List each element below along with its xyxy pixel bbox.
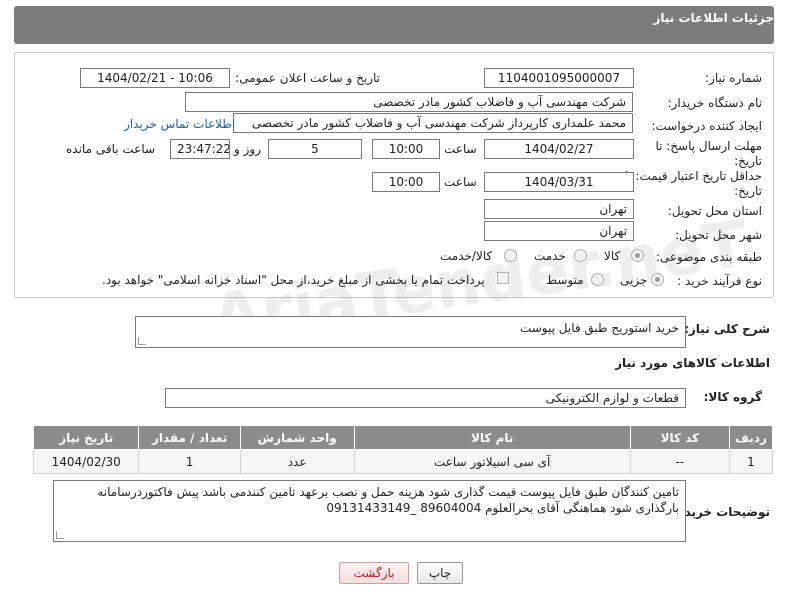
process-option-medium: متوسط: [546, 273, 584, 287]
goods-section-title: اطلاعات کالاهای مورد نیاز: [615, 356, 770, 370]
cell-code: --: [629, 449, 730, 474]
reply-date-field: 1404/02/27: [484, 139, 634, 159]
description-textarea[interactable]: خرید استوریج طبق فایل پیوست: [135, 316, 686, 348]
goods-table-header: ردیف کد کالا نام کالا واحد شمارش تعداد /…: [32, 425, 774, 450]
page-title: جزئیات اطلاعات نیاز: [653, 11, 774, 25]
treasury-checkbox[interactable]: [497, 272, 509, 284]
price-date-field: 1404/03/31: [484, 172, 634, 192]
need-number-field: 1104001095000007: [484, 68, 634, 88]
process-label: نوع فرآیند خرید :: [677, 274, 762, 288]
cell-date: 1404/02/30: [32, 449, 140, 474]
reply-time-field: 10:00: [372, 139, 440, 159]
goods-group-field: قطعات و لوازم الکترونیکی: [165, 388, 686, 408]
category-radio-goods-service[interactable]: [504, 249, 517, 262]
cell-unit: عدد: [239, 449, 355, 474]
days-label: روز و: [234, 142, 261, 156]
process-option-minor: جزیی: [620, 273, 648, 287]
creator-label: ایجاد کننده درخواست:: [651, 119, 762, 133]
category-radio-goods[interactable]: [631, 249, 644, 262]
col-unit: واحد شمارش: [239, 425, 355, 450]
payment-note: پرداخت تمام یا بخشی از مبلغ خرید،از محل …: [102, 273, 485, 287]
cell-name: آی سی اسیلاتور ساعت: [353, 449, 631, 474]
reply-time-label: ساعت: [444, 142, 477, 156]
goods-group-label: گروه کالا:: [703, 390, 762, 404]
creator-field: محمد علمداری کارپرداز شرکت مهندسی آب و ف…: [233, 113, 633, 133]
description-text: خرید استوریج طبق فایل پیوست: [519, 321, 679, 335]
announce-label: تاریخ و ساعت اعلان عمومی:: [235, 71, 380, 85]
remaining-label: ساعت باقی مانده: [66, 142, 156, 156]
category-option-goods-service: کالا/خدمت: [440, 249, 493, 263]
goods-table: ردیف کد کالا نام کالا واحد شمارش تعداد /…: [32, 425, 774, 474]
back-button[interactable]: بازگشت: [339, 562, 409, 584]
buyer-notes-text: تامین کنندگان طبق فایل پیوست قیمت گذاری …: [97, 485, 679, 515]
table-row: 1 -- آی سی اسیلاتور ساعت عدد 1 1404/02/3…: [32, 449, 774, 474]
resize-grip-icon: [56, 531, 64, 539]
days-field: 5: [268, 139, 362, 159]
announce-field: 1404/02/21 - 10:06: [80, 68, 230, 88]
col-date: تاریخ نیاز: [32, 425, 140, 450]
cell-row: 1: [728, 449, 774, 474]
buyer-org-label: نام دستگاه خریدار:: [667, 96, 763, 110]
category-option-service: خدمت: [534, 249, 566, 263]
resize-grip-icon: [138, 337, 146, 345]
buyer-notes-textarea[interactable]: تامین کنندگان طبق فایل پیوست قیمت گذاری …: [53, 480, 686, 542]
need-number-label: شماره نیاز:: [705, 71, 762, 85]
city-label: شهر محل تحویل:: [675, 228, 762, 242]
description-label: شرح کلی نیاز:: [684, 322, 770, 336]
price-time-field: 10:00: [372, 172, 440, 192]
col-qty: تعداد / مقدار: [138, 425, 241, 450]
buyer-org-field: شرکت مهندسی آب و فاضلاب کشور مادر تخصصی: [185, 92, 633, 112]
process-radio-minor[interactable]: [651, 273, 664, 286]
city-field: تهران: [484, 221, 634, 241]
category-label: طبقه بندی موضوعی:: [655, 250, 762, 264]
col-code: کد کالا: [629, 425, 730, 450]
cell-qty: 1: [138, 449, 241, 474]
province-field: تهران: [484, 199, 634, 219]
print-button[interactable]: چاپ: [417, 562, 463, 584]
contact-info-link[interactable]: اطلاعات تماس خریدار: [124, 117, 235, 131]
process-radio-medium[interactable]: [591, 273, 604, 286]
reply-deadline-label: مهلت ارسال پاسخ: تا تاریخ:: [655, 139, 762, 168]
price-time-label: ساعت: [444, 175, 477, 189]
col-row: ردیف: [728, 425, 774, 450]
category-option-goods: کالا: [604, 249, 621, 263]
col-name: نام کالا: [353, 425, 631, 450]
province-label: استان محل تحویل:: [667, 204, 762, 218]
category-radio-service[interactable]: [574, 249, 587, 262]
remaining-time-field: 23:47:22: [170, 139, 230, 159]
